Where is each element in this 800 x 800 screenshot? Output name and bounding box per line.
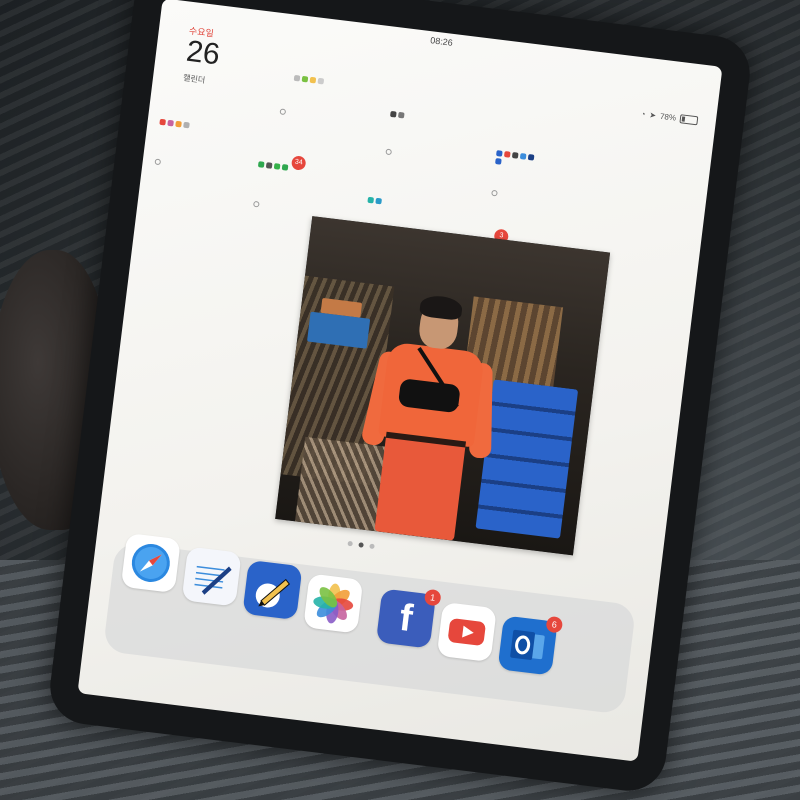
mini-app-icon: [159, 118, 166, 126]
status-bar-right: ◔ ➤ 78%: [640, 109, 699, 126]
empty-slot: [154, 158, 162, 166]
folder-messaging[interactable]: [257, 161, 289, 171]
dock: f 1 6: [102, 532, 637, 715]
empty-slot: [385, 148, 393, 156]
mini-app-icon: [293, 74, 301, 82]
mini-app-icon: [511, 152, 519, 159]
calendar-widget[interactable]: 수요일 26 캘린더: [183, 24, 223, 88]
photos-app[interactable]: [303, 573, 364, 634]
folder-top-center[interactable]: [293, 74, 325, 85]
sketch-app[interactable]: [242, 559, 303, 621]
photo-person-legs: [374, 431, 466, 541]
mini-app-icon: [527, 153, 535, 161]
page-indicator[interactable]: [347, 540, 375, 550]
folder-right-top[interactable]: [495, 150, 536, 169]
folder-top-right[interactable]: [389, 110, 405, 119]
page-dot: [347, 540, 353, 547]
mini-app-icon: [309, 76, 317, 84]
calendar-day: 26: [184, 34, 222, 72]
page-dot-current: [358, 542, 364, 548]
battery-percent: 78%: [659, 111, 677, 123]
facebook-app[interactable]: f 1: [375, 588, 442, 649]
notes-pen-icon: [194, 565, 232, 595]
mini-app-icon: [175, 120, 182, 128]
mini-app-icon: [265, 162, 273, 169]
empty-slot: [279, 108, 287, 116]
notes-app[interactable]: [181, 546, 242, 607]
outlook-app[interactable]: 6: [497, 615, 564, 676]
notification-badge: 34: [290, 155, 307, 171]
mini-app-icon: [183, 121, 190, 129]
empty-slot: [253, 200, 260, 208]
mini-app-icon: [503, 151, 511, 158]
mini-app-icon: [519, 153, 527, 160]
youtube-icon: [448, 618, 486, 646]
tablet-device: 08:26 ◔ ➤ 78% 수요일 26 캘린더 34 3 f 1 6: [46, 0, 754, 795]
mini-app-icon: [397, 111, 405, 119]
mini-app-icon: [389, 110, 397, 118]
page-dot: [369, 543, 375, 550]
folder-center[interactable]: [367, 196, 382, 205]
facebook-badge: 1: [423, 588, 442, 607]
youtube-app[interactable]: [436, 601, 497, 663]
mini-app-icon: [301, 75, 309, 83]
folder-left[interactable]: [159, 118, 190, 129]
photo-widget[interactable]: [275, 216, 611, 556]
wifi-icon: ◔: [640, 109, 647, 119]
mini-app-icon: [317, 77, 325, 85]
location-icon: ➤: [648, 110, 657, 121]
mini-app-icon: [495, 158, 502, 165]
photos-icon: [313, 583, 354, 624]
battery-icon: [679, 114, 699, 126]
mini-app-icon: [281, 164, 289, 171]
mini-app-icon: [257, 161, 265, 168]
mini-app-icon: [367, 196, 375, 204]
mini-app-icon: [167, 119, 174, 127]
mini-app-icon: [496, 150, 503, 157]
outlook-icon: [510, 629, 545, 660]
facebook-icon: f: [397, 596, 415, 640]
empty-slot: [491, 189, 498, 197]
mini-app-icon: [375, 197, 382, 205]
safari-icon: [131, 543, 170, 582]
home-screen: 08:26 ◔ ➤ 78% 수요일 26 캘린더 34 3 f 1 6: [77, 0, 723, 762]
safari-app[interactable]: [120, 532, 181, 594]
mini-app-icon: [273, 163, 281, 170]
calendar-label: 캘린더: [182, 73, 206, 85]
sketch-pencil-icon: [255, 578, 290, 608]
